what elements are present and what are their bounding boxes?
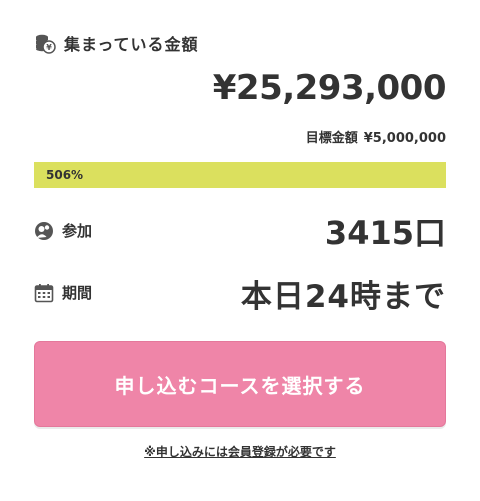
collected-amount-header: ¥ 集まっている金額 [34, 31, 199, 55]
period-label: 期間 [62, 284, 93, 302]
registration-note-link[interactable]: ※申し込みには会員登録が必要です [34, 443, 446, 460]
goal-amount: 目標金額 ¥5,000,000 [306, 127, 446, 146]
progress-percent: 506% [46, 168, 84, 182]
select-course-button[interactable]: 申し込むコースを選択する [34, 341, 446, 427]
participation-label: 参加 [62, 222, 93, 240]
svg-text:¥: ¥ [46, 43, 52, 52]
coins-icon: ¥ [34, 32, 56, 54]
goal-label: 目標金額 [305, 131, 358, 146]
calendar-icon [34, 283, 54, 303]
participation-header: 参加 [34, 220, 92, 241]
goal-value: ¥5,000,000 [363, 131, 446, 146]
period-value: 本日24時まで [240, 279, 446, 315]
progress-bar: 506% [34, 162, 446, 188]
collected-label: 集まっている金額 [64, 35, 199, 54]
people-icon [34, 221, 54, 241]
collected-amount: ¥25,293,000 [212, 68, 447, 108]
progress-bar-fill [34, 162, 446, 188]
funding-status-panel: ¥ 集まっている金額 ¥25,293,000 目標金額 ¥5,000,000 50… [34, 0, 447, 501]
participation-value: 3415口 [324, 214, 446, 252]
period-header: 期間 [34, 282, 92, 303]
